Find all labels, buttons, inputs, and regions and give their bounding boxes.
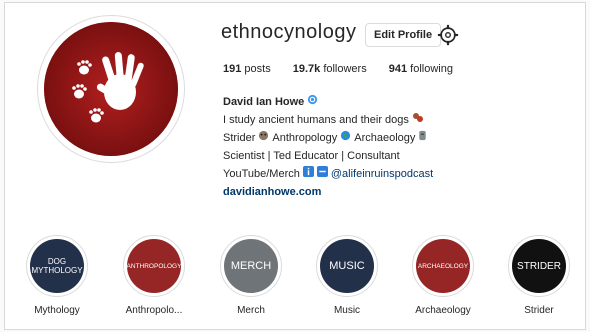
bio-text-1: I study ancient humans and their dogs (223, 114, 409, 126)
moai-emoji-icon (418, 129, 427, 147)
highlight-strider[interactable]: STRIDER Strider (499, 235, 579, 316)
bio-line-3: Scientist | Ted Educator | Consultant (223, 147, 433, 165)
following-label: following (410, 63, 453, 75)
highlight-label: Merch (237, 305, 265, 316)
highlight-cover: MUSIC (320, 239, 374, 293)
highlight-label: Music (333, 305, 361, 316)
bio-text-2c: Archaeology (354, 132, 416, 144)
bio-text-2a: Strider (223, 132, 256, 144)
profile-avatar[interactable] (37, 15, 185, 163)
bio-line-1: I study ancient humans and their dogs (223, 111, 433, 129)
profile-stats: 191 posts 19.7k followers 941 following (223, 63, 475, 75)
bio-text-3: Scientist | Ted Educator | Consultant (223, 150, 400, 162)
dog-emoji-icon (412, 111, 424, 129)
posts-value: 191 (223, 63, 242, 75)
highlight-merch[interactable]: MERCH Merch (211, 235, 291, 316)
profile-page: ethnocynology Edit Profile 191 posts 19.… (4, 2, 586, 330)
bio-line-4: YouTube/Merch @alifeinruinspodcast (223, 165, 433, 183)
profile-bio: David Ian Howe I study ancient humans an… (223, 93, 433, 201)
followers-label: followers (323, 63, 367, 75)
info-emoji-icon (302, 165, 314, 183)
profile-full-name: David Ian Howe (223, 96, 305, 108)
highlight-label: Mythology (34, 305, 80, 316)
earth-emoji-icon (340, 129, 351, 147)
profile-username: ethnocynology (221, 21, 357, 43)
highlight-cover-ring: MERCH (220, 235, 282, 297)
highlight-cover-ring: DOG MYTHOLOGY (26, 235, 88, 297)
podcast-handle-link[interactable]: @alifeinruinspodcast (331, 165, 433, 183)
edit-profile-button[interactable]: Edit Profile (365, 23, 442, 47)
highlight-cover-ring: STRIDER (508, 235, 570, 297)
highlight-cover-ring: ARCHAEOLOGY (412, 235, 474, 297)
gear-icon[interactable] (437, 24, 459, 46)
followers-value: 19.7k (292, 63, 321, 75)
bio-line-5: davidianhowe.com (223, 183, 433, 201)
highlight-anthropology[interactable]: ANTHROPOLOGY Anthropolo... (114, 235, 194, 316)
highlight-music[interactable]: MUSIC Music (307, 235, 387, 316)
followers-link[interactable]: 19.7k followers (293, 63, 367, 75)
highlight-cover: ARCHAEOLOGY (416, 239, 470, 293)
handprint-paws-logo-icon (44, 22, 178, 156)
highlight-cover-ring: MUSIC (316, 235, 378, 297)
story-highlights: DOG MYTHOLOGY Mythology ANTHROPOLOGY Ant… (13, 235, 583, 331)
highlight-archaeology[interactable]: ARCHAEOLOGY Archaeology (403, 235, 483, 316)
posts-count: 191 posts (223, 63, 271, 75)
highlight-mythology[interactable]: DOG MYTHOLOGY Mythology (17, 235, 97, 316)
highlight-cover: ANTHROPOLOGY (127, 239, 181, 293)
following-link[interactable]: 941 following (389, 63, 453, 75)
highlight-cover: STRIDER (512, 239, 566, 293)
highlight-label: Strider (524, 305, 554, 316)
highlight-label: Archaeology (415, 305, 471, 316)
dog-face-emoji-icon (258, 129, 269, 147)
highlight-cover: DOG MYTHOLOGY (30, 239, 84, 293)
highlight-label: Anthropolo... (125, 305, 183, 316)
highlight-cover: MERCH (224, 239, 278, 293)
bio-line-2: Strider Anthropology Archaeology (223, 129, 433, 147)
bio-text-4a: YouTube/Merch (223, 168, 300, 180)
bio-text-2b: Anthropology (272, 132, 338, 144)
minus-emoji-icon (316, 165, 328, 183)
posts-label: posts (244, 63, 271, 75)
following-value: 941 (388, 63, 408, 75)
website-link[interactable]: davidianhowe.com (223, 183, 321, 201)
globe-icon (307, 93, 318, 111)
bio-name-row: David Ian Howe (223, 93, 433, 111)
highlight-cover-ring: ANTHROPOLOGY (123, 235, 185, 297)
